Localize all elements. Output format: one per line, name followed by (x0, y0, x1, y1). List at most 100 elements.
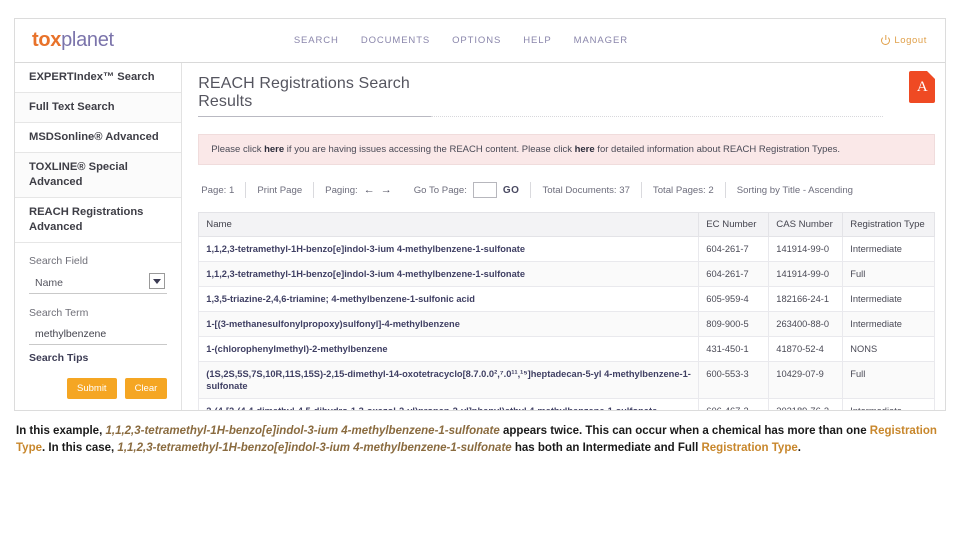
sidebar-item-full-text-search[interactable]: Full Text Search (15, 93, 182, 123)
caption-text: In this example, 1,1,2,3-tetramethyl-1H-… (16, 423, 944, 457)
nav-item-manager[interactable]: MANAGER (574, 35, 628, 46)
caption-regtype-2: Registration Type (701, 442, 798, 454)
column-header-name[interactable]: Name (198, 212, 700, 237)
cell-cas: 182166-24-1 (768, 286, 844, 312)
cell-registration-type: Intermediate (842, 286, 936, 312)
caption-seg-5: . (797, 442, 801, 454)
table-row[interactable]: (1S,2S,5S,7S,10R,11S,15S)-2,15-dimethyl-… (198, 361, 936, 399)
logout-button[interactable]: Logout (881, 35, 927, 46)
table-row[interactable]: 1,1,2,3-tetramethyl-1H-benzo[e]indol-3-i… (198, 236, 936, 262)
cell-registration-type: Full (842, 361, 936, 399)
results-table: Name EC Number CAS Number Registration T… (198, 212, 936, 410)
table-row[interactable]: 1-[(3-methanesulfonylpropoxy)sulfonyl]-4… (198, 311, 936, 337)
cell-name[interactable]: 1,1,2,3-tetramethyl-1H-benzo[e]indol-3-i… (198, 261, 700, 287)
main-content: REACH Registrations Search Results Pleas… (182, 63, 945, 410)
cell-cas: 41870-52-4 (768, 336, 844, 362)
logout-label: Logout (894, 35, 927, 46)
cell-cas: 141914-99-0 (768, 236, 844, 262)
alert-text-1: Please click (211, 144, 265, 155)
caption-seg-4: has both an Intermediate and Full (511, 442, 702, 454)
cell-ec: 604-261-7 (698, 261, 770, 287)
nav-item-help[interactable]: HELP (523, 35, 551, 46)
sidebar: EXPERTIndex™ Search Full Text Search MSD… (15, 63, 183, 410)
cell-registration-type: Intermediate (842, 236, 936, 262)
top-bar: toxplanet SEARCH DOCUMENTS OPTIONS HELP … (15, 19, 945, 62)
cell-ec: 605-959-4 (698, 286, 770, 312)
cell-name[interactable]: (1S,2S,5S,7S,10R,11S,15S)-2,15-dimethyl-… (198, 361, 700, 399)
pdf-export-icon[interactable] (909, 71, 936, 103)
cell-registration-type: Full (842, 261, 936, 287)
column-header-cas-number[interactable]: CAS Number (768, 212, 844, 237)
alert-text-2: if you are having issues accessing the R… (284, 144, 575, 155)
table-row[interactable]: 1,1,2,3-tetramethyl-1H-benzo[e]indol-3-i… (198, 261, 936, 287)
table-row[interactable]: 1,3,5-triazine-2,4,6-triamine; 4-methylb… (198, 286, 936, 312)
cell-ec: 431-450-1 (698, 336, 770, 362)
page-title: REACH Registrations Search Results (198, 75, 432, 117)
total-pages-label: Total Pages: 2 (642, 182, 726, 198)
sidebar-item-reach-registrations-advanced[interactable]: REACH Registrations Advanced (15, 198, 182, 243)
search-field-select[interactable]: Name (29, 272, 168, 294)
cell-cas: 141914-99-0 (768, 261, 844, 287)
caption-seg-1: In this example, (16, 425, 106, 437)
total-documents-label: Total Documents: 37 (531, 182, 642, 198)
cell-name[interactable]: 1-[(3-methanesulfonylpropoxy)sulfonyl]-4… (198, 311, 700, 337)
go-to-page-group: Go To Page: GO (403, 182, 532, 198)
sidebar-item-msdsonline-advanced[interactable]: MSDSonline® Advanced (15, 123, 182, 153)
paging-controls: Paging: ← → (314, 185, 403, 196)
cell-name[interactable]: 1-(chlorophenylmethyl)-2-methylbenzene (198, 336, 700, 362)
main-nav: SEARCH DOCUMENTS OPTIONS HELP MANAGER (294, 35, 628, 46)
chevron-down-icon (149, 273, 166, 289)
power-icon (881, 36, 891, 45)
paging-label: Paging: (325, 184, 358, 196)
alert-link-here-2[interactable]: here (575, 144, 595, 155)
caption-seg-2: appears twice. This can occur when a che… (499, 425, 870, 437)
logo-planet: planet (61, 29, 114, 51)
cell-ec: 604-261-7 (698, 236, 770, 262)
alert-text-3: for detailed information about REACH Reg… (594, 144, 841, 155)
column-header-registration-type[interactable]: Registration Type (842, 212, 936, 237)
results-table-body: 1,1,2,3-tetramethyl-1H-benzo[e]indol-3-i… (198, 236, 936, 410)
go-to-page-input[interactable] (472, 182, 497, 198)
table-header-row: Name EC Number CAS Number Registration T… (198, 212, 936, 237)
alert-link-here-1[interactable]: here (264, 144, 284, 155)
nav-item-documents[interactable]: DOCUMENTS (361, 35, 430, 46)
print-page-button[interactable]: Print Page (246, 182, 315, 198)
cell-registration-type: NONS (842, 336, 936, 362)
sorting-label: Sorting by Title - Ascending (736, 184, 853, 196)
toxplanet-logo[interactable]: toxplanet (32, 29, 114, 52)
sidebar-item-expertindex-search[interactable]: EXPERTIndex™ Search (15, 63, 182, 93)
current-page-label: Page: 1 (198, 182, 247, 198)
search-field-label: Search Field (29, 255, 88, 267)
column-header-ec-number[interactable]: EC Number (698, 212, 770, 237)
submit-button[interactable]: Submit (67, 378, 117, 399)
cell-cas: 263400-88-0 (768, 311, 844, 337)
cell-name[interactable]: 1,1,2,3-tetramethyl-1H-benzo[e]indol-3-i… (198, 236, 700, 262)
search-term-input[interactable] (29, 324, 168, 345)
go-to-page-label: Go To Page: (413, 184, 467, 196)
table-row[interactable]: 2-(4-[2-(4,4-dimethyl-4,5-dihydro-1,3-ox… (198, 398, 936, 410)
app-window: toxplanet SEARCH DOCUMENTS OPTIONS HELP … (14, 18, 946, 411)
cell-name[interactable]: 2-(4-[2-(4,4-dimethyl-4,5-dihydro-1,3-ox… (198, 398, 700, 410)
cell-cas: 202189-76-2 (768, 398, 844, 410)
logo-tox: tox (32, 29, 62, 51)
body-split: EXPERTIndex™ Search Full Text Search MSD… (15, 63, 945, 410)
cell-name[interactable]: 1,3,5-triazine-2,4,6-triamine; 4-methylb… (198, 286, 700, 312)
title-rule (431, 116, 884, 117)
search-term-label: Search Term (29, 307, 89, 319)
caption-chemical-1: 1,1,2,3-tetramethyl-1H-benzo[e]indol-3-i… (105, 425, 500, 437)
go-button[interactable]: GO (503, 185, 520, 196)
cell-registration-type: Intermediate (842, 311, 936, 337)
prev-page-arrow-icon[interactable]: ← (364, 185, 375, 196)
search-tips-link[interactable]: Search Tips (29, 352, 167, 364)
cell-ec: 606-467-2 (698, 398, 770, 410)
table-row[interactable]: 1-(chlorophenylmethyl)-2-methylbenzene 4… (198, 336, 936, 362)
sidebar-item-toxline-special-advanced[interactable]: TOXLINE® Special Advanced (15, 153, 182, 198)
screenshot-root: toxplanet SEARCH DOCUMENTS OPTIONS HELP … (0, 0, 960, 540)
search-form: Search Field Name Search Term Search Tip… (15, 243, 181, 399)
nav-item-options[interactable]: OPTIONS (452, 35, 501, 46)
reach-alert-banner: Please click here if you are having issu… (198, 134, 936, 165)
nav-item-search[interactable]: SEARCH (294, 35, 339, 46)
next-page-arrow-icon[interactable]: → (381, 185, 392, 196)
clear-button[interactable]: Clear (124, 378, 168, 399)
cell-cas: 10429-07-9 (768, 361, 844, 399)
